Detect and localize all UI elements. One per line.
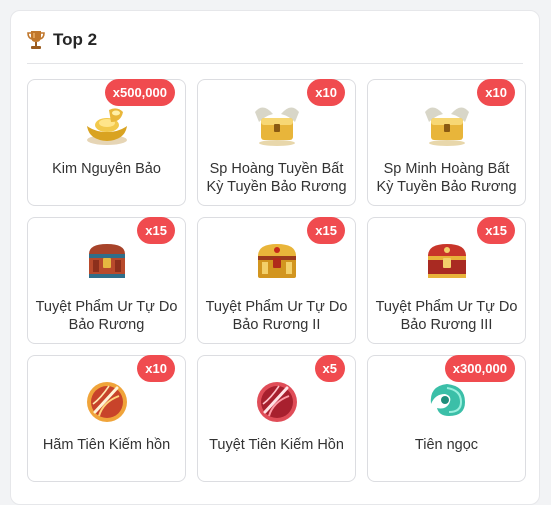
reward-panel: Top 2 x500,000 Kim Nguyên Bảo x10 Sp Hoà…	[10, 10, 540, 505]
treasure-chest-icon	[88, 244, 125, 278]
quantity-badge: x10	[307, 79, 345, 106]
quantity-badge: x10	[477, 79, 515, 106]
quantity-badge: x500,000	[104, 79, 175, 106]
item-name: Kim Nguyên Bảo	[52, 161, 161, 177]
treasure-chest-icon	[427, 244, 466, 278]
quantity-badge: x10	[137, 355, 175, 382]
quantity-badge: x300,000	[444, 355, 515, 382]
winged-chest-icon	[424, 107, 469, 146]
item-name: Tuyệt Tiên Kiếm Hồn	[209, 437, 344, 453]
quantity-badge: x15	[477, 217, 515, 244]
item-name: Sp Minh Hoàng Bất Kỳ Tuyền Bảo Rương	[376, 161, 517, 195]
trophy-icon	[27, 31, 45, 49]
panel-title: Top 2	[53, 30, 98, 49]
sword-soul-orb-icon	[256, 382, 297, 422]
item-name: Hãm Tiên Kiếm hồn	[42, 437, 171, 453]
reward-grid: x500,000 Kim Nguyên Bảo x10 Sp Hoàng Tuy…	[27, 79, 526, 482]
item-name: Tiên ngọc	[414, 437, 479, 453]
sword-soul-orb-icon	[86, 382, 127, 422]
reward-card[interactable]: x15 Tuyệt Phẩm Ur Tự Do Bảo Rương II	[197, 217, 356, 344]
item-name: Tuyệt Phẩm Ur Tự Do Bảo Rương III	[375, 299, 518, 333]
reward-card[interactable]: x500,000 Kim Nguyên Bảo	[27, 79, 186, 206]
reward-card[interactable]: x10 Sp Hoàng Tuyền Bất Kỳ Tuyền Bảo Rươn…	[197, 79, 356, 206]
reward-card[interactable]: x15 Tuyệt Phẩm Ur Tự Do Bảo Rương	[27, 217, 186, 344]
winged-chest-icon	[254, 107, 299, 146]
reward-card[interactable]: x15 Tuyệt Phẩm Ur Tự Do Bảo Rương III	[367, 217, 526, 344]
quantity-badge: x15	[137, 217, 175, 244]
item-name: Sp Hoàng Tuyền Bất Kỳ Tuyền Bảo Rương	[206, 161, 347, 195]
quantity-badge: x5	[314, 355, 345, 382]
treasure-chest-icon	[257, 244, 296, 278]
panel-header: Top 2	[27, 25, 97, 55]
item-name: Tuyệt Phẩm Ur Tự Do Bảo Rương II	[205, 299, 348, 333]
reward-card[interactable]: x300,000 Tiên ngọc	[367, 355, 526, 482]
divider	[27, 63, 523, 64]
reward-card[interactable]: x10 Sp Minh Hoàng Bất Kỳ Tuyền Bảo Rương	[367, 79, 526, 206]
quantity-badge: x15	[307, 217, 345, 244]
item-name: Tuyệt Phẩm Ur Tự Do Bảo Rương	[35, 299, 178, 333]
reward-card[interactable]: x10 Hãm Tiên Kiếm hồn	[27, 355, 186, 482]
reward-card[interactable]: x5 Tuyệt Tiên Kiếm Hồn	[197, 355, 356, 482]
